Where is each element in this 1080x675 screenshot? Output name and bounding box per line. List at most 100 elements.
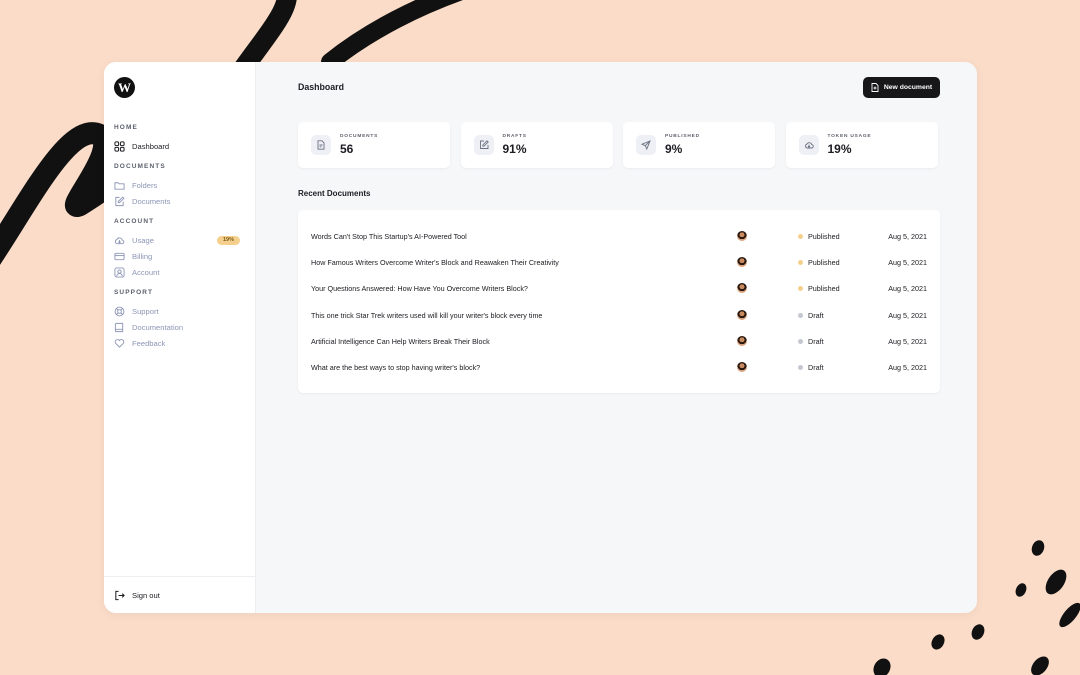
recent-documents-list: Words Can't Stop This Startup's AI-Power… bbox=[298, 210, 940, 393]
document-date: Aug 5, 2021 bbox=[888, 231, 927, 241]
table-row[interactable]: This one trick Star Trek writers used wi… bbox=[298, 306, 940, 324]
status-label: Published bbox=[808, 283, 840, 293]
sign-out-button[interactable]: Sign out bbox=[104, 576, 255, 613]
stat-label: DOCUMENTS bbox=[340, 134, 379, 139]
status-dot bbox=[798, 285, 803, 291]
sidebar-nav: HOME Dashboard DOCUMENTS Folders Documen… bbox=[114, 123, 240, 351]
status-dot bbox=[798, 312, 803, 318]
document-title[interactable]: How Famous Writers Overcome Writer's Blo… bbox=[311, 258, 559, 267]
avatar bbox=[737, 283, 747, 293]
status-dot bbox=[798, 364, 803, 370]
sidebar-item-label: Documents bbox=[132, 196, 171, 206]
edit-icon bbox=[114, 195, 125, 207]
stat-card-drafts: DRAFTS 91% bbox=[460, 122, 613, 168]
sidebar-item-dashboard[interactable]: Dashboard bbox=[114, 138, 240, 154]
table-row[interactable]: Words Can't Stop This Startup's AI-Power… bbox=[298, 227, 940, 245]
table-row[interactable]: What are the best ways to stop having wr… bbox=[298, 358, 940, 376]
recent-documents-heading: Recent Documents bbox=[298, 189, 371, 198]
lifebuoy-icon bbox=[114, 306, 125, 317]
status-badge: Published bbox=[798, 284, 840, 293]
status-badge: Published bbox=[798, 258, 840, 267]
status-dot bbox=[798, 259, 803, 265]
document-date: Aug 5, 2021 bbox=[888, 362, 927, 372]
stat-value: 19% bbox=[827, 142, 852, 156]
nav-section-title-support: SUPPORT bbox=[114, 289, 154, 296]
sidebar-item-label: Documentation bbox=[132, 322, 184, 332]
status-label: Published bbox=[808, 257, 840, 267]
document-title[interactable]: Your Questions Answered: How Have You Ov… bbox=[311, 284, 528, 293]
status-label: Published bbox=[808, 231, 840, 241]
sidebar-item-label: Dashboard bbox=[132, 141, 170, 151]
nav-section-title-home: HOME bbox=[114, 124, 138, 131]
document-date: Aug 5, 2021 bbox=[888, 310, 927, 320]
nav-section-title-documents: DOCUMENTS bbox=[114, 163, 166, 170]
status-badge: Draft bbox=[798, 363, 824, 372]
main-content: Dashboard New document DOCUMENTS 56 DRAF… bbox=[256, 62, 977, 613]
logo-letter: W bbox=[118, 79, 131, 95]
stat-value: 56 bbox=[340, 142, 354, 156]
new-document-button[interactable]: New document bbox=[863, 77, 940, 98]
file-icon bbox=[311, 135, 331, 155]
document-title[interactable]: Artificial Intelligence Can Help Writers… bbox=[311, 337, 490, 346]
stat-label: PUBLISHED bbox=[665, 134, 700, 139]
sidebar-item-documents[interactable]: Documents bbox=[114, 193, 240, 209]
stat-label: TOKEN USAGE bbox=[827, 134, 872, 139]
send-icon bbox=[636, 135, 656, 155]
document-date: Aug 5, 2021 bbox=[888, 257, 927, 267]
status-badge: Draft bbox=[798, 311, 824, 320]
sidebar-item-support[interactable]: Support bbox=[114, 303, 240, 319]
status-badge: Draft bbox=[798, 337, 824, 346]
sidebar-item-folders[interactable]: Folders bbox=[114, 177, 240, 193]
sidebar-item-label: Feedback bbox=[132, 338, 166, 348]
cloud-icon bbox=[114, 235, 125, 246]
nav-section-title-account: ACCOUNT bbox=[114, 218, 155, 225]
status-label: Draft bbox=[808, 310, 824, 320]
sidebar-item-label: Support bbox=[132, 306, 159, 316]
status-label: Draft bbox=[808, 362, 824, 372]
sidebar-item-label: Usage bbox=[132, 235, 154, 245]
table-row[interactable]: Artificial Intelligence Can Help Writers… bbox=[298, 332, 940, 350]
new-document-label: New document bbox=[883, 84, 933, 91]
sidebar-item-documentation[interactable]: Documentation bbox=[114, 319, 240, 335]
avatar bbox=[737, 336, 747, 346]
edit-icon bbox=[473, 135, 494, 155]
stat-value: 9% bbox=[665, 142, 683, 156]
cloud-icon bbox=[798, 135, 819, 155]
app-window: W HOME Dashboard DOCUMENTS Folders Docum… bbox=[104, 62, 977, 613]
document-title[interactable]: What are the best ways to stop having wr… bbox=[311, 363, 480, 372]
sidebar-item-label: Billing bbox=[132, 251, 153, 261]
sign-out-icon bbox=[114, 590, 125, 601]
logo[interactable]: W bbox=[114, 77, 135, 98]
sidebar-item-label: Account bbox=[132, 267, 160, 277]
status-dot bbox=[798, 338, 803, 344]
stat-label: DRAFTS bbox=[502, 134, 527, 139]
sidebar-item-billing[interactable]: Billing bbox=[114, 248, 240, 264]
sidebar: W HOME Dashboard DOCUMENTS Folders Docum… bbox=[104, 62, 256, 613]
sidebar-item-feedback[interactable]: Feedback bbox=[114, 335, 240, 351]
credit-card-icon bbox=[114, 251, 125, 262]
sign-out-label: Sign out bbox=[132, 590, 160, 600]
avatar bbox=[737, 362, 747, 372]
status-label: Draft bbox=[808, 336, 824, 346]
document-title[interactable]: This one trick Star Trek writers used wi… bbox=[311, 311, 542, 320]
avatar bbox=[737, 310, 747, 320]
usage-badge: 19% bbox=[216, 235, 240, 245]
folder-icon bbox=[114, 180, 125, 191]
stats-row: DOCUMENTS 56 DRAFTS 91% PUBLISHED 9% TOK… bbox=[298, 122, 940, 168]
document-date: Aug 5, 2021 bbox=[888, 336, 927, 346]
table-row[interactable]: Your Questions Answered: How Have You Ov… bbox=[298, 279, 940, 297]
stat-value: 91% bbox=[502, 142, 527, 156]
avatar bbox=[737, 257, 747, 267]
page-title: Dashboard bbox=[298, 82, 344, 92]
heart-icon bbox=[114, 338, 125, 349]
sidebar-item-account[interactable]: Account bbox=[114, 264, 240, 280]
book-icon bbox=[114, 322, 125, 333]
document-title[interactable]: Words Can't Stop This Startup's AI-Power… bbox=[311, 232, 467, 241]
file-plus-icon bbox=[871, 83, 879, 92]
stat-card-token-usage: TOKEN USAGE 19% bbox=[785, 122, 938, 168]
sidebar-item-label: Folders bbox=[132, 180, 158, 190]
stat-card-documents: DOCUMENTS 56 bbox=[298, 122, 450, 168]
user-icon bbox=[114, 266, 125, 278]
table-row[interactable]: How Famous Writers Overcome Writer's Blo… bbox=[298, 253, 940, 271]
sidebar-item-usage[interactable]: Usage 19% bbox=[114, 232, 240, 248]
